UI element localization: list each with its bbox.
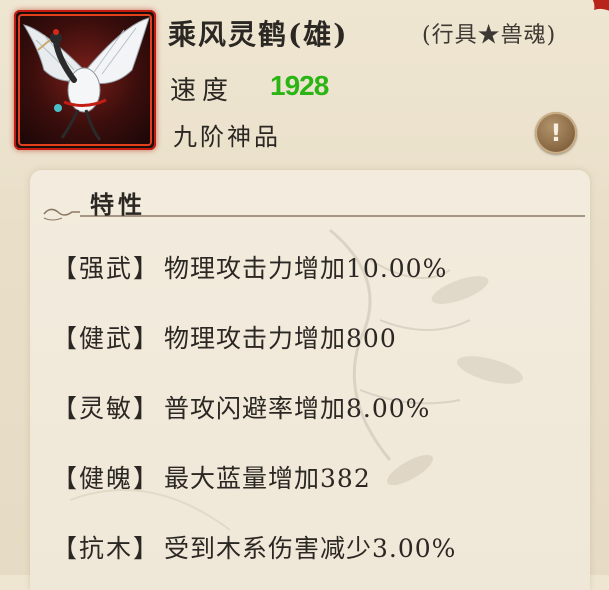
trait-description: 普攻闪避率增加8.00% <box>164 394 431 423</box>
pet-name: 乘风灵鹤(雄) <box>168 18 349 51</box>
trait-name: 【抗木】 <box>52 534 161 563</box>
speed-label: 速度 <box>170 76 235 106</box>
section-title-traits: 特性 <box>90 190 146 219</box>
trait-name: 【灵敏】 <box>52 394 161 423</box>
trait-row: 【抗木】 受到木系伤害减少3.00% <box>52 512 582 582</box>
pet-grade: 九阶神品 <box>173 123 281 151</box>
pet-category: (行具★兽魂) <box>422 23 557 48</box>
trait-name: 【强武】 <box>52 254 161 283</box>
trait-description: 物理攻击力增加800 <box>164 324 397 353</box>
trait-name: 【健武】 <box>52 324 161 353</box>
trait-row: 【强武】 物理攻击力增加10.00% <box>52 232 582 302</box>
info-button[interactable]: ! <box>535 112 577 154</box>
exclamation-icon: ! <box>550 119 562 147</box>
trait-description: 受到木系伤害减少3.00% <box>164 534 457 563</box>
trait-row: 【灵敏】 普攻闪避率增加8.00% <box>52 372 582 442</box>
trait-name: 【健魄】 <box>52 464 161 493</box>
trait-row: 【健武】 物理攻击力增加800 <box>52 302 582 372</box>
traits-list: 【强武】 物理攻击力增加10.00% 【健武】 物理攻击力增加800 【灵敏】 … <box>52 232 582 582</box>
traits-panel: 特性 【强武】 物理攻击力增加10.00% 【健武】 物理攻击力增加800 【灵… <box>30 170 590 590</box>
trait-row: 【健魄】 最大蓝量增加382 <box>52 442 582 512</box>
speed-value: 1928 <box>270 70 329 101</box>
pet-portrait[interactable] <box>14 10 156 150</box>
corner-decoration <box>592 0 609 11</box>
trait-description: 物理攻击力增加10.00% <box>164 254 448 283</box>
trait-description: 最大蓝量增加382 <box>164 464 371 493</box>
crane-image <box>22 17 150 141</box>
